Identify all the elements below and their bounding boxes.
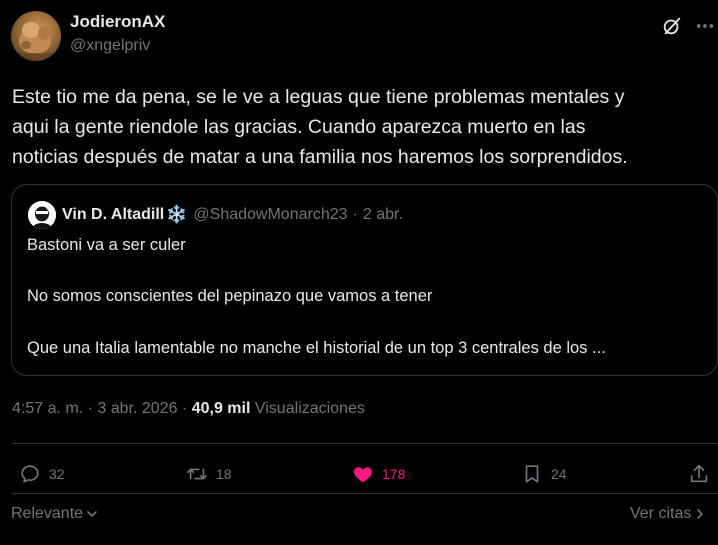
separator-dot: · [181,400,188,417]
divider [12,493,718,494]
avatar[interactable] [11,11,61,61]
sort-dropdown[interactable]: Relevante [11,505,98,523]
quoted-tweet-card[interactable]: Vin D. Altadill ❄️ @ShadowMonarch23 · 2 … [11,184,718,376]
tweet-text-line: aqui la gente riendole las gracias. Cuan… [12,116,586,138]
tweet-time[interactable]: 4:57 a. m. [12,400,83,417]
quoted-header: Vin D. Altadill ❄️ @ShadowMonarch23 · 2 … [62,205,403,225]
tweet-text-line: noticias después de matar a una familia … [12,146,628,168]
chevron-right-icon [697,509,704,519]
quoted-avatar-image [28,201,56,229]
quoted-avatar[interactable] [28,201,56,229]
divider [12,443,718,444]
views-label: Visualizaciones [254,400,365,417]
avatar-image [11,22,61,61]
bookmark-button[interactable]: 24 [521,461,567,487]
grok-icon [663,17,681,35]
display-name[interactable]: JodieronAX [70,12,165,32]
snowflake-icon: ❄️ [166,205,188,224]
tweet-meta: 4:57 a. m. · 3 abr. 2026 · 40,9 mil Visu… [12,400,365,418]
repost-count: 18 [216,466,232,482]
repost-button[interactable]: 18 [186,461,232,487]
quoted-text-line: Que una Italia lamentable no manche el h… [27,339,606,357]
tweet-text: Este tio me da pena, se le ve a leguas q… [12,82,712,172]
bookmark-count: 24 [551,466,567,482]
tweet-text-line: Este tio me da pena, se le ve a leguas q… [12,86,625,108]
tweet: JodieronAX @xngelpriv Este tio me da pen… [0,0,718,545]
more-icon [696,24,714,28]
bookmark-icon [525,465,539,483]
tweet-date[interactable]: 3 abr. 2026 [97,400,177,417]
reply-icon [21,465,39,483]
separator-dot: · [87,400,93,417]
quoted-display-name[interactable]: Vin D. Altadill [62,206,164,224]
sort-label: Relevante [11,505,84,522]
quoted-text-line: No somos conscientes del pepinazo que va… [27,287,433,305]
repost-icon [187,468,207,480]
share-button[interactable] [688,461,710,487]
like-count: 178 [382,466,406,482]
reply-count: 32 [49,466,65,482]
more-button[interactable] [694,14,716,38]
quoted-handle[interactable]: @ShadowMonarch23 [193,206,347,224]
view-quotes-link[interactable]: Ver citas [630,505,706,523]
share-icon [690,464,708,483]
heart-icon [354,467,372,483]
quoted-text-line: Bastoni va a ser culer [27,236,186,254]
separator-dot: · [352,206,358,223]
quoted-date[interactable]: 2 abr. [363,206,403,224]
grok-button[interactable] [660,14,684,38]
reply-button[interactable]: 32 [19,461,65,487]
user-handle[interactable]: @xngelpriv [70,37,150,55]
like-button[interactable]: 178 [352,461,405,487]
chevron-down-icon [87,511,97,517]
view-quotes-label: Ver citas [630,505,692,522]
views-count: 40,9 mil [191,400,251,417]
